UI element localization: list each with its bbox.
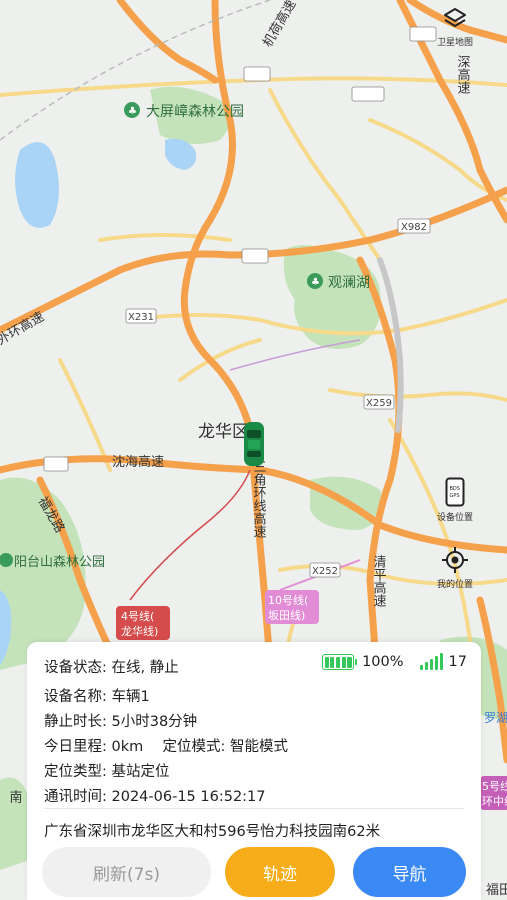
- device-location-button[interactable]: BDS GPS 设备位置: [432, 477, 478, 523]
- svg-text:X231: X231: [128, 312, 154, 323]
- metro-badge-line5: 5号线 环中线: [480, 776, 507, 810]
- svg-text:坂田线): 坂田线): [268, 608, 305, 622]
- label-district: 福田区: [486, 883, 507, 898]
- status-indicators: 100% 17: [322, 653, 467, 670]
- road-badge-x259: X259: [363, 394, 395, 410]
- mileage-label: 今日里程:: [44, 739, 107, 755]
- svg-text:环中线: 环中线: [482, 794, 507, 808]
- label-guanlan-lake: 观澜湖: [328, 275, 370, 291]
- label-longhua-ring: 三角环线高速: [251, 460, 267, 538]
- loc-type-value: 基站定位: [111, 764, 170, 780]
- status-row: 设备状态: 在线, 静止: [44, 656, 179, 677]
- label-longhua-district: 龙华区: [198, 422, 249, 442]
- svg-text:♣: ♣: [128, 106, 137, 117]
- comm-time-row: 通讯时间: 2024-06-15 16:52:17: [44, 785, 266, 806]
- label-shenzhen-expressway: 深高速: [455, 55, 471, 94]
- loc-type-label: 定位类型:: [44, 764, 107, 780]
- mileage-value: 0km: [111, 739, 144, 755]
- battery-value: 100%: [362, 654, 404, 670]
- svg-text:S22: S22: [247, 70, 266, 81]
- address-text: 广东省深圳市龙华区大和村596号怡力科技园南62米: [44, 824, 381, 840]
- road-badge-x982: X982: [397, 218, 431, 234]
- svg-text:S86: S86: [245, 252, 264, 263]
- satellite-map-label: 卫星地图: [436, 38, 473, 48]
- car-marker[interactable]: [243, 421, 265, 467]
- name-row: 设备名称: 车辆1: [44, 685, 150, 706]
- svg-text:S358: S358: [355, 90, 380, 101]
- name-label: 设备名称:: [44, 689, 107, 705]
- label-nanshan: 南: [7, 789, 23, 803]
- svg-text:5号线: 5号线: [482, 779, 507, 793]
- svg-text:4号线(: 4号线(: [121, 609, 154, 623]
- mode-label: 定位模式:: [162, 739, 226, 755]
- signal-icon: [419, 653, 443, 670]
- lake-poi-icon: ♣: [307, 273, 323, 289]
- svg-text:G15: G15: [47, 460, 67, 471]
- layers-icon: [444, 8, 466, 27]
- metro-badge-line10: 10号线( 坂田线): [265, 590, 319, 624]
- status-label: 设备状态:: [44, 660, 107, 676]
- battery-icon: [322, 654, 358, 670]
- road-badge-s86: S86: [241, 248, 269, 264]
- svg-text:G22: G22: [413, 30, 433, 41]
- device-location-label: 设备位置: [436, 513, 473, 523]
- svg-text:X259: X259: [366, 398, 392, 409]
- svg-text:X982: X982: [401, 222, 427, 233]
- refresh-button[interactable]: 刷新(7s): [42, 847, 211, 897]
- mileage-row: 今日里程: 0km 定位模式: 智能模式: [44, 735, 288, 756]
- comm-time-value: 2024-06-15 16:52:17: [111, 789, 266, 805]
- device-gps-icon: BDS GPS: [445, 477, 465, 507]
- loc-type-row: 定位类型: 基站定位: [44, 760, 170, 781]
- crosshair-icon: [442, 547, 468, 573]
- svg-text:X252: X252: [312, 566, 338, 577]
- car-icon: [244, 422, 264, 466]
- label-yanhai: 沈海高速: [112, 454, 164, 470]
- device-info-panel: 设备状态: 在线, 静止 100% 17 设备名称: 车辆1 静止时长: 5小时…: [27, 642, 481, 900]
- road-badge-s22: S22: [243, 66, 271, 82]
- metro-badge-line4: 4号线( 龙华线): [116, 606, 170, 640]
- comm-time-label: 通讯时间:: [44, 789, 107, 805]
- name-value: 车辆1: [111, 689, 150, 705]
- satellite-map-button[interactable]: 卫星地图: [432, 6, 478, 48]
- mode-value: 智能模式: [229, 739, 288, 755]
- park-poi-icon: ♣: [124, 102, 140, 118]
- idle-row: 静止时长: 5小时38分钟: [44, 710, 197, 731]
- svg-text:♣: ♣: [311, 277, 320, 288]
- label-qingping: 清平高速: [371, 555, 387, 607]
- signal-value: 17: [448, 654, 467, 670]
- status-value: 在线, 静止: [111, 660, 179, 676]
- road-badge-g15: G15: [43, 456, 69, 472]
- my-location-label: 我的位置: [436, 580, 473, 590]
- road-badge-x252: X252: [309, 562, 341, 578]
- idle-label: 静止时长:: [44, 714, 107, 730]
- road-badge-x231: X231: [125, 308, 157, 324]
- svg-text:BDS: BDS: [450, 486, 460, 492]
- panel-divider: [44, 808, 464, 809]
- label-yangtaishan: 阳台山森林公园: [14, 555, 105, 570]
- track-button[interactable]: 轨迹: [225, 847, 335, 897]
- road-badge-s358: S358: [351, 86, 385, 102]
- my-location-button[interactable]: 我的位置: [432, 546, 478, 590]
- label-dapingzhang: 大屏嶂森林公园: [146, 104, 244, 120]
- label-district-luo: 罗湖区: [484, 710, 507, 725]
- navigate-button[interactable]: 导航: [353, 847, 466, 897]
- idle-value: 5小时38分钟: [111, 714, 198, 730]
- svg-text:GPS: GPS: [450, 493, 460, 499]
- svg-text:龙华线): 龙华线): [121, 624, 158, 638]
- svg-text:10号线(: 10号线(: [268, 593, 308, 607]
